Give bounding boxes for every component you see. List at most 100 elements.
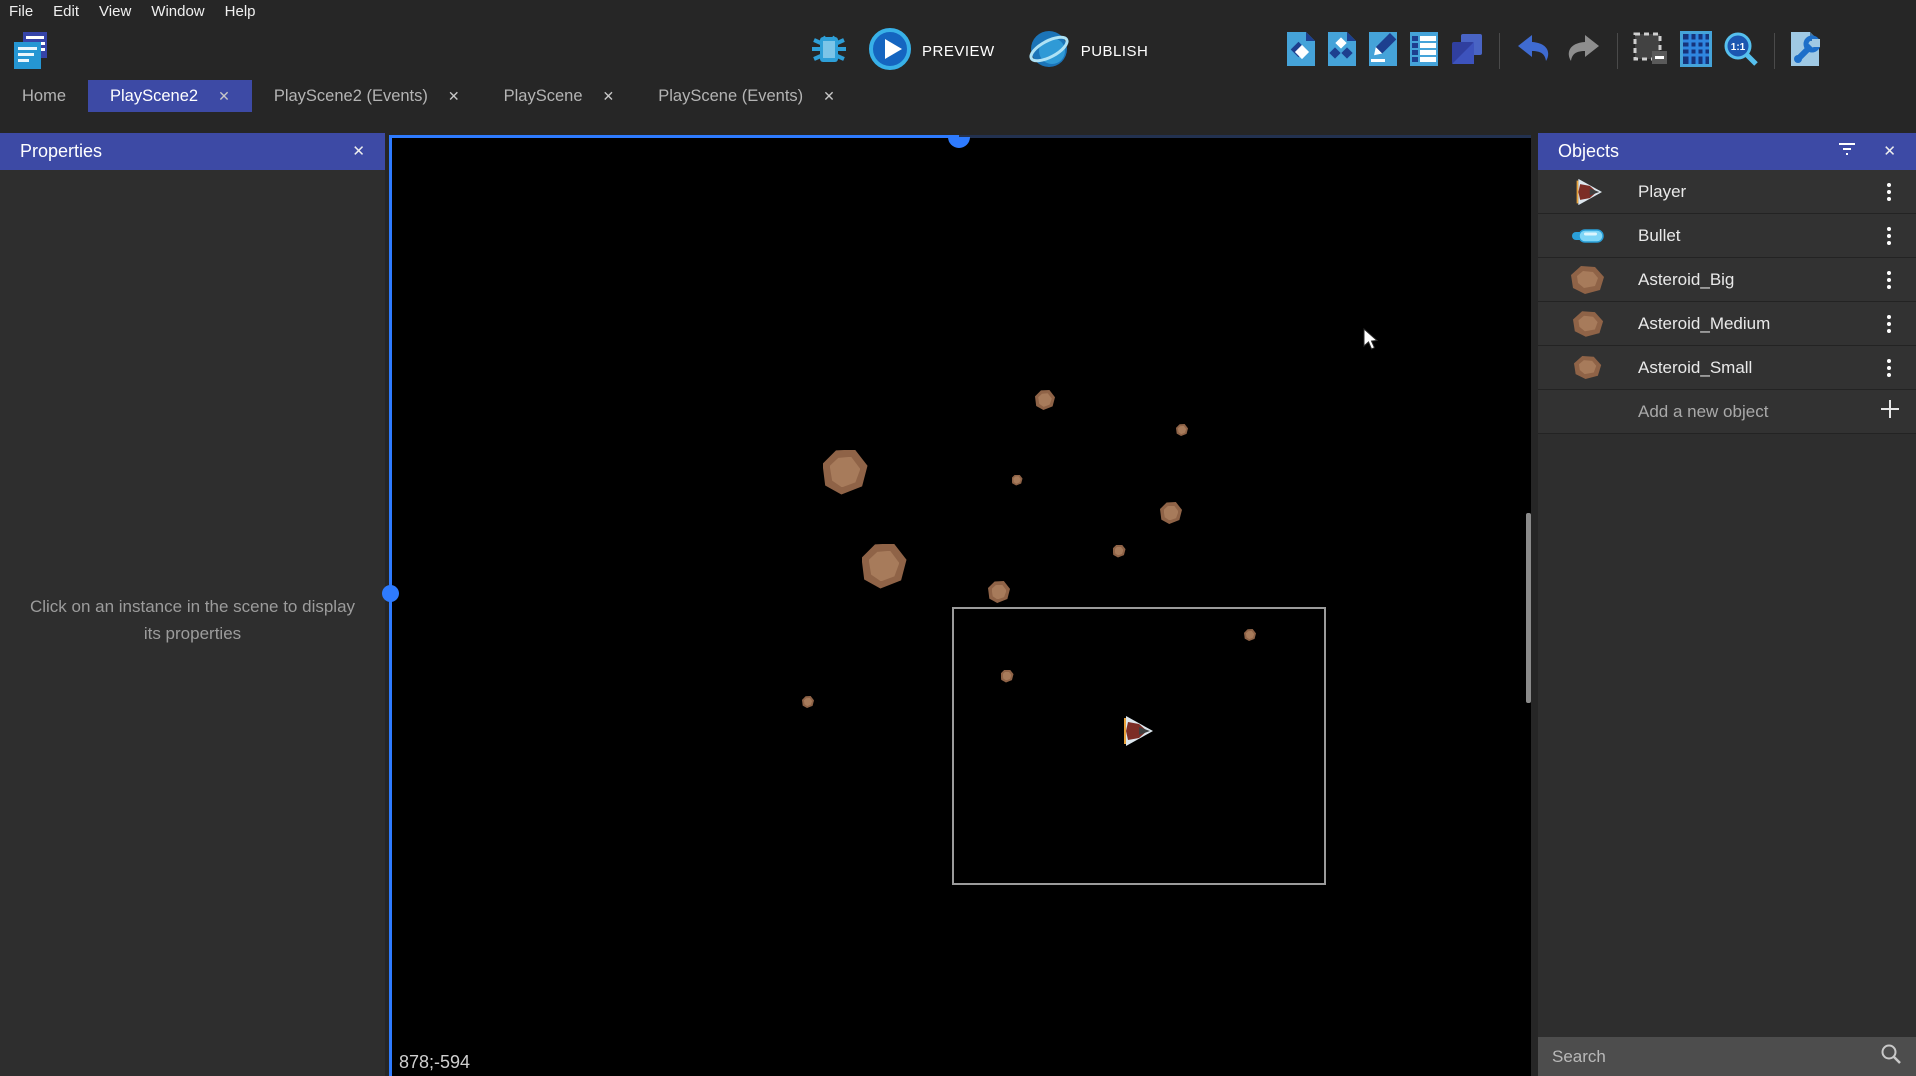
publish-globe-icon [1027,27,1071,76]
svg-text:1:1: 1:1 [1731,42,1746,53]
undo-button[interactable] [1515,33,1553,70]
instances-list-icon [1409,31,1439,72]
debug-button[interactable] [806,28,852,75]
build-settings-button[interactable] [1790,31,1820,72]
tab-close-icon[interactable]: ✕ [823,88,835,105]
menu-file[interactable]: File [9,3,33,20]
delete-selection-button[interactable] [1633,32,1669,71]
tab-bar: Home PlayScene2 ✕ PlayScene2 (Events) ✕ … [0,80,1916,112]
filter-icon[interactable] [1837,141,1857,162]
menu-window[interactable]: Window [151,3,204,20]
toolbar-separator [1617,33,1618,69]
tab-label: Home [22,87,66,106]
publish-label[interactable]: PUBLISH [1081,43,1149,60]
toolbar: PREVIEW PUBLISH [0,22,1916,80]
tab-label: PlayScene [504,87,583,106]
menu-help[interactable]: Help [225,3,256,20]
zoom-1-1-icon: 1:1 [1723,31,1759,72]
objects-list-button[interactable] [1327,31,1357,72]
object-row-asteroid-big[interactable]: Asteroid_Big [1538,258,1916,302]
object-row-bullet[interactable]: Bullet [1538,214,1916,258]
bullet-icon [1538,229,1638,243]
close-icon[interactable]: ✕ [352,144,365,159]
grid-button[interactable] [1680,31,1712,72]
object-search-input[interactable] [1552,1047,1880,1067]
tab-close-icon[interactable]: ✕ [603,88,615,105]
tab-label: PlayScene2 (Events) [274,87,428,106]
tab-playscene2[interactable]: PlayScene2 ✕ [88,80,252,112]
redo-button[interactable] [1564,33,1602,70]
publish-button[interactable] [1027,27,1071,76]
asteroid-instance[interactable] [1012,475,1023,486]
objects-title: Objects [1558,141,1619,162]
plus-icon [1880,399,1900,424]
wrench-icon [1790,31,1820,72]
tab-home[interactable]: Home [0,80,88,112]
tab-close-icon[interactable]: ✕ [448,88,460,105]
tab-playscene2-events[interactable]: PlayScene2 (Events) ✕ [252,80,482,112]
asteroid-instance[interactable] [988,581,1010,603]
object-label: Asteroid_Big [1638,270,1880,290]
asteroid-instance[interactable] [1160,502,1182,524]
object-row-asteroid-small[interactable]: Asteroid_Small [1538,346,1916,390]
tab-label: PlayScene (Events) [658,87,803,106]
instances-list-button[interactable] [1409,31,1439,72]
asteroid-instance[interactable] [823,450,868,495]
asteroid-instance[interactable] [802,696,814,708]
close-icon[interactable]: ✕ [1883,144,1896,159]
object-search-bar [1538,1037,1916,1076]
cursor-coordinates: 878;-594 [399,1052,470,1073]
object-label: Player [1638,182,1880,202]
properties-panel-header: Properties ✕ [0,133,385,170]
asteroid-instance[interactable] [862,544,907,589]
properties-title: Properties [20,141,102,162]
redo-icon [1564,33,1602,70]
tab-playscene[interactable]: PlayScene ✕ [482,80,637,112]
layers-button[interactable] [1450,32,1484,71]
main-area: Properties ✕ Click on an instance in the… [0,112,1916,1076]
menu-edit[interactable]: Edit [53,3,79,20]
object-row-player[interactable]: Player [1538,170,1916,214]
zoom-1-1-button[interactable]: 1:1 [1723,31,1759,72]
add-new-object-label: Add a new object [1638,402,1880,422]
object-label: Asteroid_Medium [1638,314,1880,334]
object-menu-dots-icon[interactable] [1880,183,1898,201]
edit-scene-pencil-icon [1368,31,1398,72]
add-new-object-button[interactable]: Add a new object [1538,390,1916,434]
toolbar-separator [1774,33,1775,69]
debug-bug-icon [806,28,852,75]
player-ship-instance[interactable] [1119,715,1155,752]
object-menu-dots-icon[interactable] [1880,315,1898,333]
scene-canvas[interactable]: 878;-594 [389,135,1531,1076]
object-row-asteroid-medium[interactable]: Asteroid_Medium [1538,302,1916,346]
canvas-top-border-highlight [392,135,959,138]
preview-label[interactable]: PREVIEW [922,43,995,60]
project-manager-button[interactable] [10,30,50,77]
menu-bar: File Edit View Window Help [0,0,1916,22]
menu-view[interactable]: View [99,3,131,20]
object-menu-dots-icon[interactable] [1880,227,1898,245]
project-manager-icon [10,30,50,77]
asteroid-instance[interactable] [1035,390,1055,410]
objects-panel: Objects ✕ Player [1538,133,1916,1076]
objects-panel-header: Objects ✕ [1538,133,1916,170]
object-label: Asteroid_Small [1638,358,1880,378]
toolbar-separator [1499,33,1500,69]
layers-icon [1450,32,1484,71]
asteroid-icon [1538,310,1638,338]
preview-button[interactable] [868,27,912,76]
splitter-handle-left[interactable] [382,585,399,602]
splitter-handle-top[interactable] [948,137,970,148]
tab-playscene-events[interactable]: PlayScene (Events) ✕ [636,80,857,112]
asteroid-instance[interactable] [1176,424,1188,436]
asteroid-instance[interactable] [1113,545,1126,558]
object-menu-dots-icon[interactable] [1880,271,1898,289]
object-menu-dots-icon[interactable] [1880,359,1898,377]
scene-properties-button[interactable] [1286,31,1316,72]
properties-empty-message: Click on an instance in the scene to dis… [28,593,358,647]
mouse-cursor [1363,328,1379,357]
canvas-vertical-scrollbar[interactable] [1526,513,1531,703]
edit-scene-button[interactable] [1368,31,1398,72]
object-label: Bullet [1638,226,1880,246]
tab-close-icon[interactable]: ✕ [218,88,230,105]
